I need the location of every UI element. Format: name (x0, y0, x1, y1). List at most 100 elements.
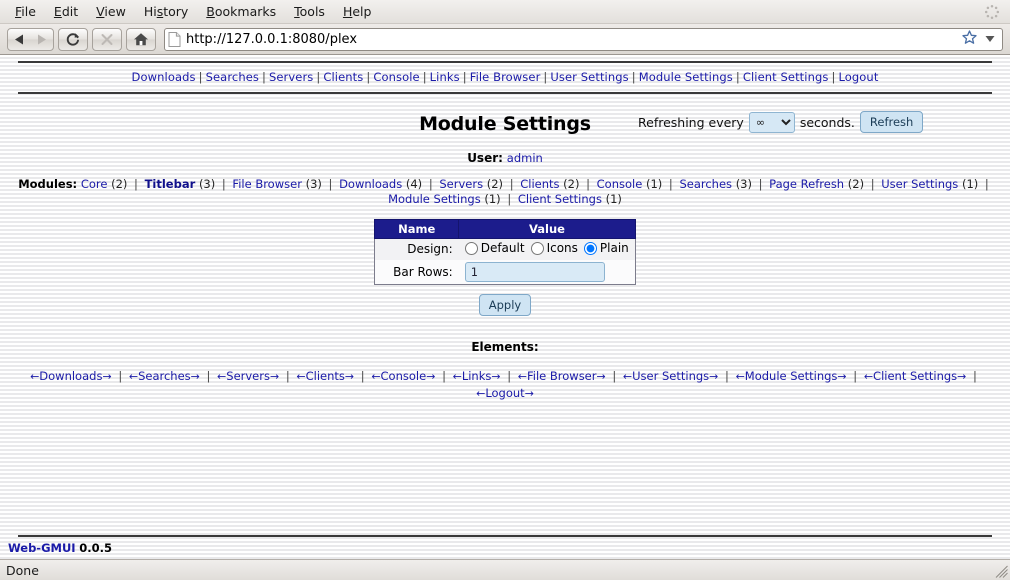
element-link-logout[interactable]: Logout (485, 386, 524, 400)
element-item-console[interactable]: ←Console→ (371, 369, 435, 383)
url-bar[interactable]: http://127.0.0.1:8080/plex (164, 27, 1003, 51)
apply-button[interactable]: Apply (478, 293, 532, 316)
element-link-user-settings[interactable]: User Settings (632, 369, 709, 383)
nav-link-clients[interactable]: Clients (323, 70, 363, 84)
element-link-console[interactable]: Console (381, 369, 427, 383)
module-link-file-browser[interactable]: File Browser (232, 177, 302, 191)
element-item-file-browser[interactable]: ←File Browser→ (518, 369, 606, 383)
module-count-servers: (2) (486, 177, 504, 191)
nav-link-downloads[interactable]: Downloads (132, 70, 196, 84)
move-right-icon[interactable]: → (596, 370, 605, 383)
element-item-module-settings[interactable]: ←Module Settings→ (736, 369, 847, 383)
element-link-servers[interactable]: Servers (226, 369, 270, 383)
element-link-client-settings[interactable]: Client Settings (873, 369, 957, 383)
menu-help[interactable]: Help (334, 2, 381, 21)
move-left-icon[interactable]: ← (217, 370, 226, 383)
move-left-icon[interactable]: ← (476, 387, 485, 400)
module-count-titlebar: (3) (198, 177, 216, 191)
nav-link-client-settings[interactable]: Client Settings (743, 70, 829, 84)
element-item-links[interactable]: ←Links→ (453, 369, 501, 383)
design-radio-default[interactable] (464, 241, 478, 255)
user-name-link[interactable]: admin (507, 151, 543, 165)
move-left-icon[interactable]: ← (623, 370, 632, 383)
element-item-clients[interactable]: ←Clients→ (296, 369, 354, 383)
menu-edit[interactable]: Edit (45, 2, 87, 21)
move-right-icon[interactable]: → (709, 370, 718, 383)
design-radio-plain[interactable] (583, 241, 597, 255)
bar-rows-input[interactable] (464, 261, 605, 282)
refresh-interval-select[interactable]: ∞ (748, 111, 795, 133)
module-link-titlebar[interactable]: Titlebar (145, 177, 196, 191)
home-button[interactable] (126, 27, 156, 51)
design-radio-group: Default Icons Plain (464, 241, 629, 255)
back-icon[interactable] (10, 31, 30, 48)
move-right-icon[interactable]: → (525, 387, 534, 400)
design-option-plain[interactable]: Plain (583, 241, 629, 255)
reload-button[interactable] (58, 27, 88, 51)
move-left-icon[interactable]: ← (371, 370, 380, 383)
move-right-icon[interactable]: → (345, 370, 354, 383)
move-left-icon[interactable]: ← (453, 370, 462, 383)
nav-link-module-settings[interactable]: Module Settings (639, 70, 733, 84)
menu-tools[interactable]: Tools (285, 2, 334, 21)
move-right-icon[interactable]: → (191, 370, 200, 383)
module-link-page-refresh[interactable]: Page Refresh (769, 177, 844, 191)
module-link-client-settings[interactable]: Client Settings (518, 192, 602, 206)
element-item-logout[interactable]: ←Logout→ (476, 386, 534, 400)
module-link-user-settings[interactable]: User Settings (881, 177, 958, 191)
element-link-clients[interactable]: Clients (306, 369, 345, 383)
move-right-icon[interactable]: → (270, 370, 279, 383)
design-option-default[interactable]: Default (464, 241, 525, 255)
element-link-file-browser[interactable]: File Browser (527, 369, 597, 383)
nav-link-logout[interactable]: Logout (838, 70, 878, 84)
move-right-icon[interactable]: → (491, 370, 500, 383)
move-right-icon[interactable]: → (957, 370, 966, 383)
resize-grip-icon[interactable] (993, 563, 1009, 579)
nav-link-user-settings[interactable]: User Settings (550, 70, 628, 84)
module-link-downloads[interactable]: Downloads (339, 177, 402, 191)
design-radio-icons[interactable] (530, 241, 544, 255)
url-dropdown-icon[interactable] (983, 30, 997, 49)
element-item-searches[interactable]: ←Searches→ (129, 369, 200, 383)
nav-link-searches[interactable]: Searches (206, 70, 259, 84)
nav-sep: | (198, 70, 203, 84)
footer-product-link[interactable]: Web-GMUI (8, 541, 76, 555)
module-link-core[interactable]: Core (81, 177, 108, 191)
menu-bookmarks[interactable]: Bookmarks (197, 2, 285, 21)
nav-link-console[interactable]: Console (373, 70, 419, 84)
move-left-icon[interactable]: ← (518, 370, 527, 383)
element-item-user-settings[interactable]: ←User Settings→ (623, 369, 718, 383)
move-right-icon[interactable]: → (426, 370, 435, 383)
element-link-searches[interactable]: Searches (138, 369, 191, 383)
nav-link-servers[interactable]: Servers (269, 70, 313, 84)
menu-file[interactable]: File (6, 2, 45, 21)
menu-history[interactable]: History (135, 2, 197, 21)
element-item-downloads[interactable]: ←Downloads→ (30, 369, 112, 383)
settings-table-wrapper: Name Value Design: Default Icons Plain B… (0, 219, 1010, 285)
bookmark-star-icon[interactable] (961, 29, 978, 49)
url-text[interactable]: http://127.0.0.1:8080/plex (186, 32, 956, 47)
move-left-icon[interactable]: ← (736, 370, 745, 383)
move-right-icon[interactable]: → (102, 370, 111, 383)
element-link-links[interactable]: Links (462, 369, 492, 383)
element-item-client-settings[interactable]: ←Client Settings→ (864, 369, 967, 383)
module-link-module-settings[interactable]: Module Settings (388, 192, 481, 206)
move-left-icon[interactable]: ← (864, 370, 873, 383)
module-link-searches[interactable]: Searches (679, 177, 732, 191)
refresh-button[interactable]: Refresh (859, 111, 924, 133)
module-link-clients[interactable]: Clients (520, 177, 559, 191)
nav-link-links[interactable]: Links (430, 70, 460, 84)
module-link-console[interactable]: Console (597, 177, 643, 191)
move-right-icon[interactable]: → (837, 370, 846, 383)
move-left-icon[interactable]: ← (296, 370, 305, 383)
nav-link-file-browser[interactable]: File Browser (470, 70, 541, 84)
element-link-module-settings[interactable]: Module Settings (745, 369, 838, 383)
menu-view[interactable]: View (87, 2, 135, 21)
move-left-icon[interactable]: ← (30, 370, 39, 383)
element-link-downloads[interactable]: Downloads (39, 369, 102, 383)
module-link-servers[interactable]: Servers (439, 177, 483, 191)
design-option-icons[interactable]: Icons (530, 241, 578, 255)
move-left-icon[interactable]: ← (129, 370, 138, 383)
element-item-servers[interactable]: ←Servers→ (217, 369, 279, 383)
back-forward-group[interactable] (7, 27, 54, 51)
